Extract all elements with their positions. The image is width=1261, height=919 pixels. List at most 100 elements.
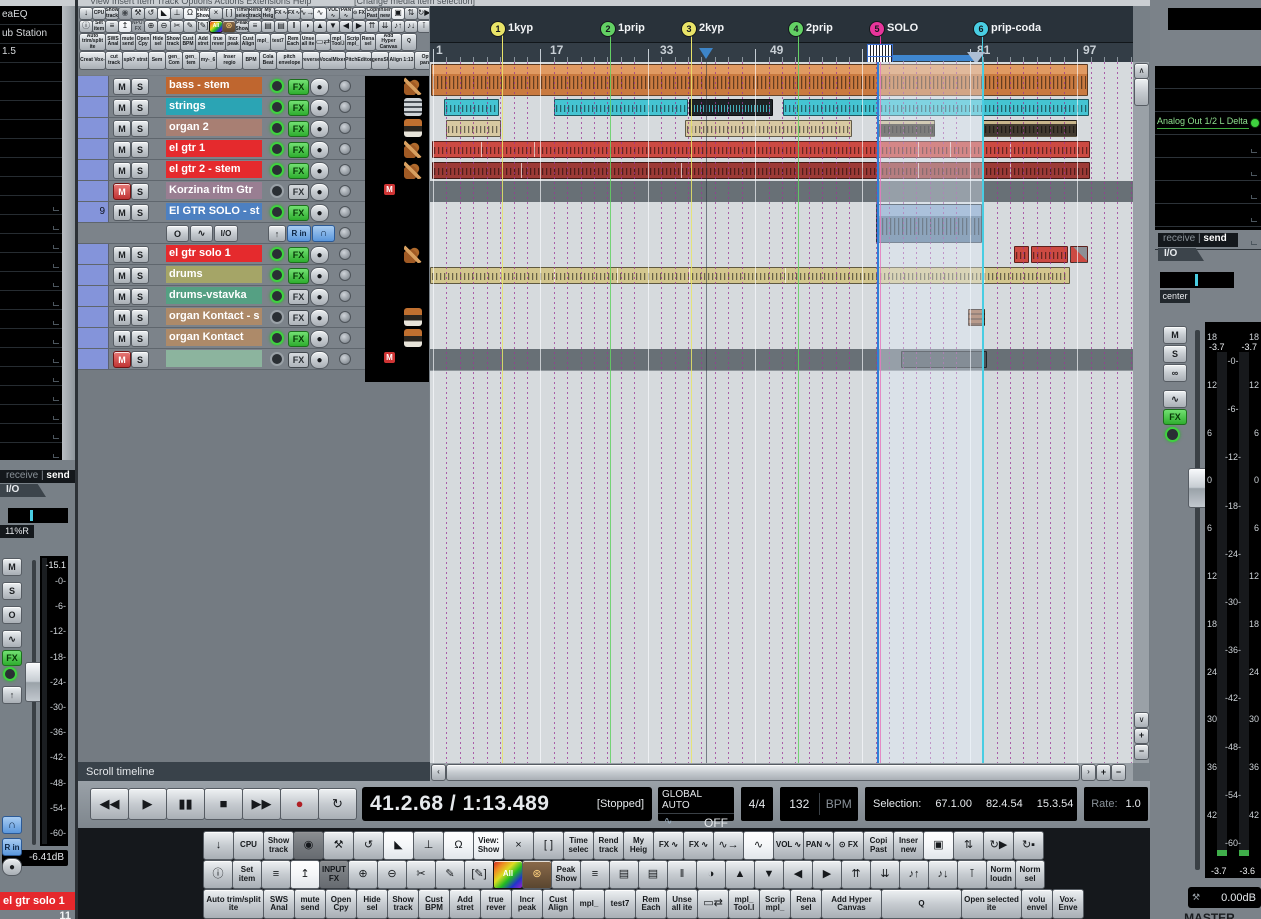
stop-button[interactable]: ■ (204, 788, 243, 820)
power-button[interactable] (3, 667, 17, 681)
toolbar-button-fx-[interactable]: FX ∿ (287, 7, 301, 20)
repeat-button[interactable]: ↻ (318, 788, 357, 820)
envelope-up-icon[interactable]: ↥ (290, 860, 320, 889)
toolbar-button-show-track[interactable]: Show track (387, 889, 419, 919)
fx-empty-slot[interactable] (0, 101, 62, 120)
trim-button[interactable]: O (2, 606, 22, 624)
chevron-down-icon[interactable]: ⇊ (378, 20, 392, 33)
media-item[interactable] (1014, 246, 1029, 263)
marker-flag[interactable]: 4 (788, 21, 804, 37)
solo-button[interactable]: S (1163, 345, 1187, 363)
vscroll-thumb[interactable] (1134, 78, 1149, 106)
track-power-button[interactable] (270, 205, 284, 219)
track-name[interactable]: organ 2 (166, 119, 262, 136)
phase-up-button[interactable]: ↑ (268, 225, 286, 242)
fx-empty-slot[interactable] (0, 291, 62, 310)
scissors-icon[interactable]: ✂ (170, 20, 184, 33)
toolbar-button-vol-[interactable]: VOL ∿ (326, 7, 340, 20)
brackets-icon[interactable]: [ ] (222, 7, 236, 20)
media-item[interactable] (876, 204, 982, 243)
scroll-up-button[interactable]: ∧ (1134, 63, 1149, 79)
record-arm-button[interactable]: ● (310, 162, 329, 180)
pan-knob[interactable] (339, 290, 351, 302)
undo-icon[interactable]: ↺ (144, 7, 158, 20)
stereo-button[interactable]: ∞ (1163, 364, 1187, 382)
toolbar-button-add-stret[interactable]: Add stret (195, 33, 211, 51)
receive-send-tabs[interactable]: receive | send (1158, 233, 1238, 247)
route-empty-slot[interactable] (1155, 158, 1261, 181)
track-power-button[interactable] (270, 268, 284, 282)
toolbar-button-q[interactable]: Q (881, 889, 962, 919)
toolbar-button-cust-bpm[interactable]: Cust BPM (418, 889, 450, 919)
track-name[interactable] (166, 350, 262, 367)
toolbar-button-volu-envel[interactable]: volu envel (1021, 889, 1053, 919)
media-item[interactable] (783, 99, 1089, 116)
track-fx-button[interactable]: FX (288, 310, 309, 326)
toolbar-button-cust-bpm[interactable]: Cust BPM (180, 33, 196, 51)
record-arm-button[interactable]: ● (310, 78, 329, 96)
horizontal-scrollbar[interactable]: ‹ › + − (430, 763, 1133, 781)
media-item[interactable] (431, 64, 1088, 96)
pencil-box-icon[interactable]: [✎] (196, 20, 210, 33)
fx-empty-slot[interactable] (0, 329, 62, 348)
record-arm-button[interactable]: ● (310, 141, 329, 159)
track-power-button[interactable] (270, 331, 284, 345)
solo-button[interactable]: S (131, 330, 149, 347)
time-display[interactable]: 41.2.68 / 1:13.489 [Stopped] (362, 787, 652, 821)
toolbar-button-auto-trim-split-ite[interactable]: Auto trim/split ite (79, 33, 106, 51)
hzoom-in-button[interactable]: + (1096, 764, 1111, 781)
toolbar-button-add-stret[interactable]: Add stret (449, 889, 481, 919)
track-fx-button[interactable]: FX (288, 331, 309, 347)
toolbar-button-mute-send[interactable]: mute send (120, 33, 136, 51)
route-empty-slot[interactable] (1155, 89, 1261, 112)
phase-button[interactable]: ↑ (2, 686, 22, 704)
monitor-headphones-button[interactable]: ∩ (2, 816, 22, 834)
master-fader-track[interactable] (1195, 330, 1200, 870)
toolbar-button-view-show[interactable]: View: Show (196, 7, 210, 20)
track-name[interactable]: el gtr 1 (166, 140, 262, 157)
trim-button[interactable]: O (166, 225, 189, 242)
toolbar-button-add-hyper-canvas[interactable]: Add Hyper Canvas (375, 33, 402, 51)
toolbar-button-mute-send[interactable]: mute send (294, 889, 326, 919)
toolbar-button-cust-align[interactable]: Cust Align (240, 33, 256, 51)
toolbar-button-cpu[interactable]: CPU (233, 831, 264, 860)
envelope-button[interactable]: ∿ (1163, 390, 1187, 408)
mute-button[interactable]: M (113, 99, 131, 116)
scroll-left-button[interactable]: ‹ (431, 764, 446, 781)
toolbar-button-auto-trim-split-ite[interactable]: Auto trim/split ite (203, 889, 264, 919)
fx-empty-slot[interactable] (0, 63, 62, 82)
pitch-up-icon[interactable]: ♪↑ (391, 20, 405, 33)
media-item[interactable] (1070, 246, 1088, 263)
toolbar-button-set-item[interactable]: Set item (92, 20, 106, 33)
pan-knob[interactable] (339, 122, 351, 134)
solo-button[interactable]: S (131, 183, 149, 200)
mute-pin-icon[interactable]: ⊺ (417, 20, 429, 33)
chevron-down-icon[interactable]: ⇊ (870, 860, 900, 889)
track-name[interactable]: bass - stem (166, 77, 262, 94)
toolbar-button-open-cpy[interactable]: Open Cpy (135, 33, 151, 51)
track-power-button[interactable] (270, 184, 284, 198)
solo-button[interactable]: S (131, 78, 149, 95)
toolbar-button-fx-[interactable]: FX ∿ (683, 831, 714, 860)
toolbar-button-open-selected-ite[interactable]: Open selected ite (961, 889, 1022, 919)
track-name[interactable]: el gtr solo 1 (166, 245, 262, 262)
envelope-icon[interactable]: ∿ (313, 7, 327, 20)
zoom-in-icon[interactable]: ⊕ (144, 20, 158, 33)
brackets-icon[interactable]: [ ] (533, 831, 564, 860)
pan-knob[interactable] (339, 164, 351, 176)
route-empty-slot[interactable] (1155, 204, 1261, 227)
toolbar-button-pan-[interactable]: PAN ∿ (339, 7, 353, 20)
power-button[interactable] (1165, 427, 1180, 442)
mixer-track-name[interactable]: el gtr solo 1 (0, 892, 75, 910)
marker-flag[interactable]: 3 (681, 21, 697, 37)
doc2-icon[interactable]: ▤ (638, 860, 668, 889)
toolbar-button-set-item[interactable]: Set item (232, 860, 262, 889)
pan-knob[interactable] (339, 80, 351, 92)
mute-button[interactable]: M (113, 204, 131, 221)
toolbar-button-rem-each[interactable]: Rem Each (285, 33, 301, 51)
toolbar-button-vocalmixer[interactable]: VocalMixer (319, 51, 346, 70)
global-auto-display[interactable]: GLOBAL AUTO ∿ OFF (658, 787, 734, 830)
toolbar-button-my-6[interactable]: my-_6 (199, 51, 217, 70)
fx-empty-slot[interactable] (0, 177, 62, 196)
media-item[interactable] (554, 99, 688, 116)
